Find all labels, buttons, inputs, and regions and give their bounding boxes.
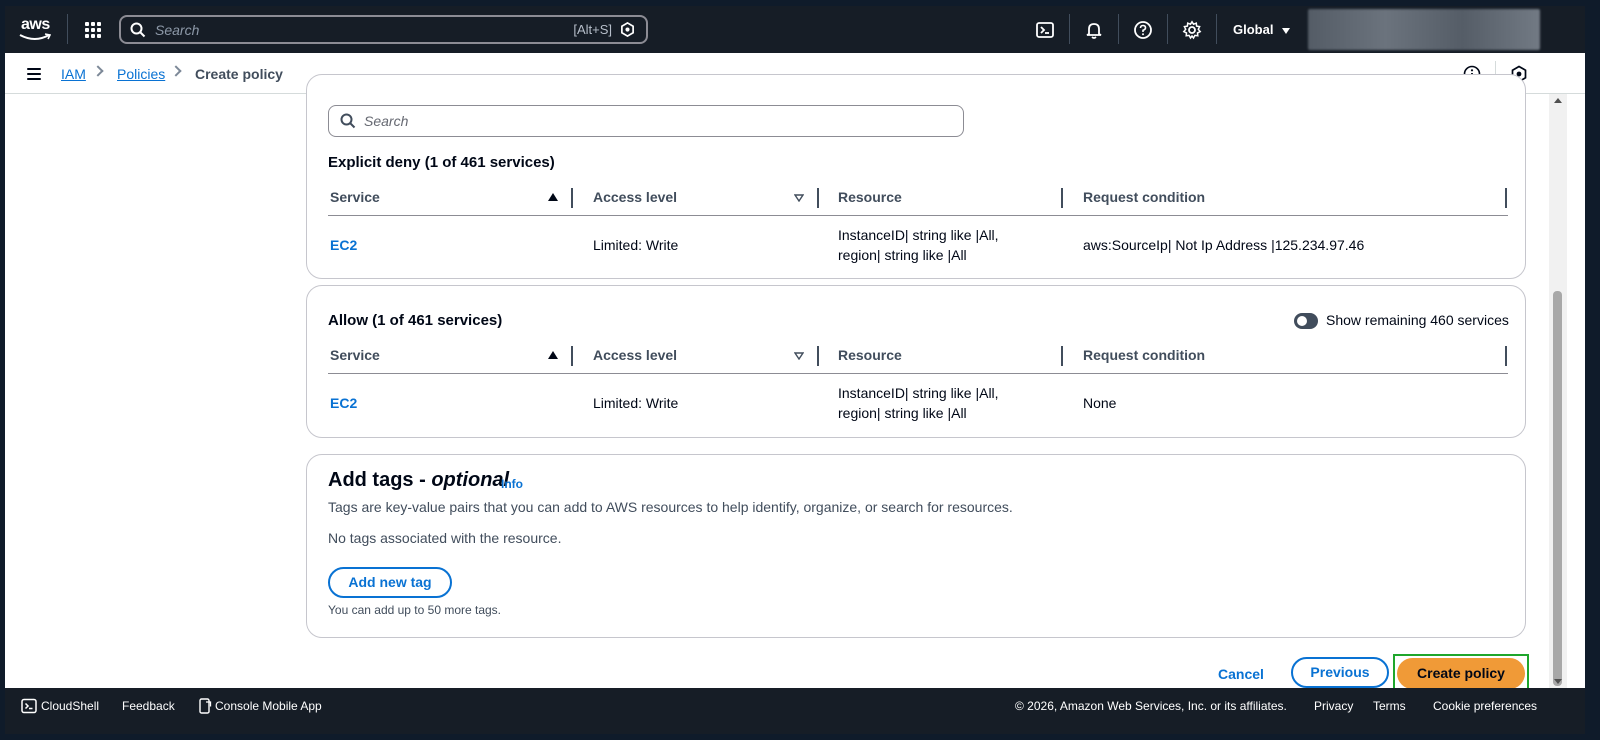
tags-description: Tags are key-value pairs that you can ad… bbox=[328, 499, 1013, 515]
allow-title: Allow (1 of 461 services) bbox=[328, 312, 503, 329]
mobile-app-icon bbox=[199, 698, 212, 714]
scroll-down-arrow-icon[interactable] bbox=[1554, 679, 1562, 684]
aws-logo-text: aws bbox=[21, 16, 50, 33]
scrollbar-thumb[interactable] bbox=[1553, 291, 1562, 686]
footer-cloudshell-link[interactable]: CloudShell bbox=[41, 699, 99, 713]
permissions-search-input[interactable]: Search bbox=[328, 105, 964, 137]
footer-feedback-link[interactable]: Feedback bbox=[122, 699, 175, 713]
sort-descending-icon[interactable] bbox=[794, 194, 804, 202]
request-condition-cell: None bbox=[1083, 395, 1117, 411]
tags-limit-note: You can add up to 50 more tags. bbox=[328, 603, 502, 617]
column-divider[interactable] bbox=[571, 188, 573, 208]
cloudshell-icon[interactable] bbox=[1035, 20, 1055, 40]
column-header-resource[interactable]: Resource bbox=[838, 347, 902, 363]
chevron-right-icon bbox=[170, 65, 182, 77]
nav-divider bbox=[67, 14, 68, 44]
search-icon bbox=[340, 113, 356, 129]
bell-icon[interactable] bbox=[1084, 20, 1104, 40]
breadcrumb-current: Create policy bbox=[195, 66, 283, 82]
no-tags-message: No tags associated with the resource. bbox=[328, 530, 562, 546]
previous-button[interactable]: Previous bbox=[1291, 657, 1389, 688]
footer-privacy-link[interactable]: Privacy bbox=[1314, 699, 1353, 713]
footer-mobile-app-link[interactable]: Console Mobile App bbox=[215, 699, 322, 713]
add-tags-title-text: Add tags - bbox=[328, 469, 432, 491]
search-shortcut: [Alt+S] bbox=[573, 22, 612, 37]
resource-cell-line2: region| string like |All bbox=[838, 405, 967, 421]
column-header-service[interactable]: Service bbox=[330, 347, 380, 363]
column-divider[interactable] bbox=[817, 346, 819, 366]
footer-cookie-preferences-link[interactable]: Cookie preferences bbox=[1433, 699, 1537, 713]
scroll-up-arrow-icon[interactable] bbox=[1554, 98, 1562, 103]
gear-icon[interactable] bbox=[1182, 20, 1202, 40]
nav-divider bbox=[1167, 14, 1168, 44]
request-condition-cell: aws:SourceIp| Not Ip Address |125.234.97… bbox=[1083, 237, 1365, 253]
sort-ascending-icon[interactable] bbox=[548, 351, 558, 359]
column-header-resource[interactable]: Resource bbox=[838, 189, 902, 205]
add-tags-title: Add tags - optional bbox=[328, 469, 509, 492]
region-selector[interactable]: Global bbox=[1233, 22, 1291, 37]
global-search-input[interactable]: Search [Alt+S] bbox=[119, 15, 648, 44]
sort-descending-icon[interactable] bbox=[794, 352, 804, 360]
help-icon[interactable] bbox=[1133, 20, 1153, 40]
amazon-q-icon bbox=[621, 22, 634, 37]
column-header-request-condition[interactable]: Request condition bbox=[1083, 189, 1205, 205]
nav-divider bbox=[1069, 14, 1070, 44]
main-content: Search Explicit deny (1 of 461 services)… bbox=[5, 74, 1549, 692]
column-header-access-level[interactable]: Access level bbox=[593, 189, 677, 205]
resource-cell-line2: region| string like |All bbox=[838, 247, 967, 263]
add-new-tag-button[interactable]: Add new tag bbox=[328, 567, 452, 598]
column-divider[interactable] bbox=[1061, 188, 1063, 208]
vertical-scrollbar[interactable] bbox=[1549, 94, 1567, 688]
search-placeholder: Search bbox=[155, 22, 200, 38]
table-header-divider bbox=[328, 215, 1508, 216]
add-tags-card: Add tags - optional Info Tags are key-va… bbox=[306, 454, 1526, 638]
show-remaining-toggle[interactable] bbox=[1294, 313, 1318, 329]
sort-ascending-icon[interactable] bbox=[548, 193, 558, 201]
footer-copyright: © 2026, Amazon Web Services, Inc. or its… bbox=[1015, 699, 1287, 713]
table-header-divider bbox=[328, 373, 1508, 374]
explicit-deny-title: Explicit deny (1 of 461 services) bbox=[328, 154, 555, 171]
aws-logo[interactable]: aws bbox=[19, 16, 55, 44]
create-policy-button[interactable]: Create policy bbox=[1397, 658, 1525, 689]
search-icon bbox=[130, 22, 146, 38]
access-level-cell: Limited: Write bbox=[593, 237, 679, 253]
optional-label: optional bbox=[431, 469, 510, 491]
footer-terms-link[interactable]: Terms bbox=[1373, 699, 1406, 713]
account-menu[interactable] bbox=[1308, 9, 1540, 50]
resource-cell-line1: InstanceID| string like |All, bbox=[838, 227, 999, 243]
column-divider[interactable] bbox=[571, 346, 573, 366]
column-header-request-condition[interactable]: Request condition bbox=[1083, 347, 1205, 363]
service-link-ec2[interactable]: EC2 bbox=[330, 235, 357, 255]
breadcrumb-iam[interactable]: IAM bbox=[61, 66, 86, 82]
allow-card: Allow (1 of 461 services) Show remaining… bbox=[306, 285, 1526, 438]
cancel-button[interactable]: Cancel bbox=[1218, 666, 1264, 682]
explicit-deny-card: Search Explicit deny (1 of 461 services)… bbox=[306, 74, 1526, 279]
smile-icon bbox=[19, 33, 51, 40]
column-divider[interactable] bbox=[817, 188, 819, 208]
browser-page: aws Search [Alt+S] Global IAM Policies C… bbox=[5, 6, 1585, 734]
cloudshell-icon bbox=[21, 698, 37, 714]
breadcrumb-policies[interactable]: Policies bbox=[117, 66, 165, 82]
service-link-ec2[interactable]: EC2 bbox=[330, 393, 357, 413]
search-placeholder: Search bbox=[364, 113, 409, 129]
nav-divider bbox=[1216, 14, 1217, 44]
info-link[interactable]: Info bbox=[501, 477, 523, 491]
caret-down-icon bbox=[1282, 27, 1291, 34]
show-remaining-label[interactable]: Show remaining 460 services bbox=[1326, 312, 1509, 328]
column-divider[interactable] bbox=[1061, 346, 1063, 366]
column-header-access-level[interactable]: Access level bbox=[593, 347, 677, 363]
nav-divider bbox=[1118, 14, 1119, 44]
chevron-right-icon bbox=[92, 65, 104, 77]
column-header-service[interactable]: Service bbox=[330, 189, 380, 205]
top-navigation-bar: aws Search [Alt+S] Global bbox=[5, 6, 1585, 53]
hamburger-menu-icon[interactable] bbox=[27, 68, 41, 83]
column-divider[interactable] bbox=[1505, 346, 1507, 366]
resource-cell-line1: InstanceID| string like |All, bbox=[838, 385, 999, 401]
console-footer: CloudShell Feedback Console Mobile App ©… bbox=[5, 688, 1585, 734]
region-label: Global bbox=[1233, 22, 1274, 37]
access-level-cell: Limited: Write bbox=[593, 395, 679, 411]
column-divider[interactable] bbox=[1505, 188, 1507, 208]
services-grid-icon[interactable] bbox=[85, 22, 101, 38]
